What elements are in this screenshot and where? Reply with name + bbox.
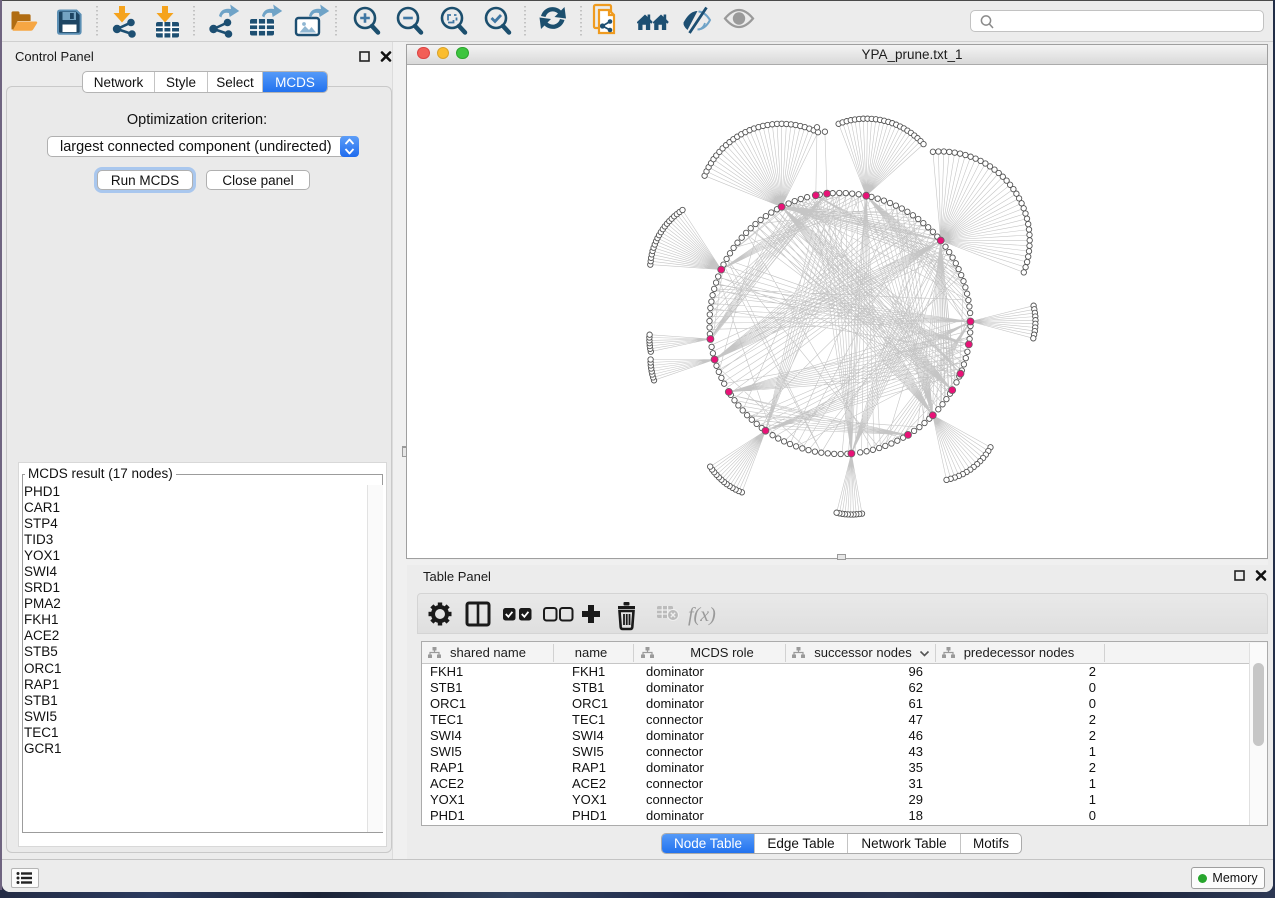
svg-text:f(x): f(x) (688, 604, 716, 626)
